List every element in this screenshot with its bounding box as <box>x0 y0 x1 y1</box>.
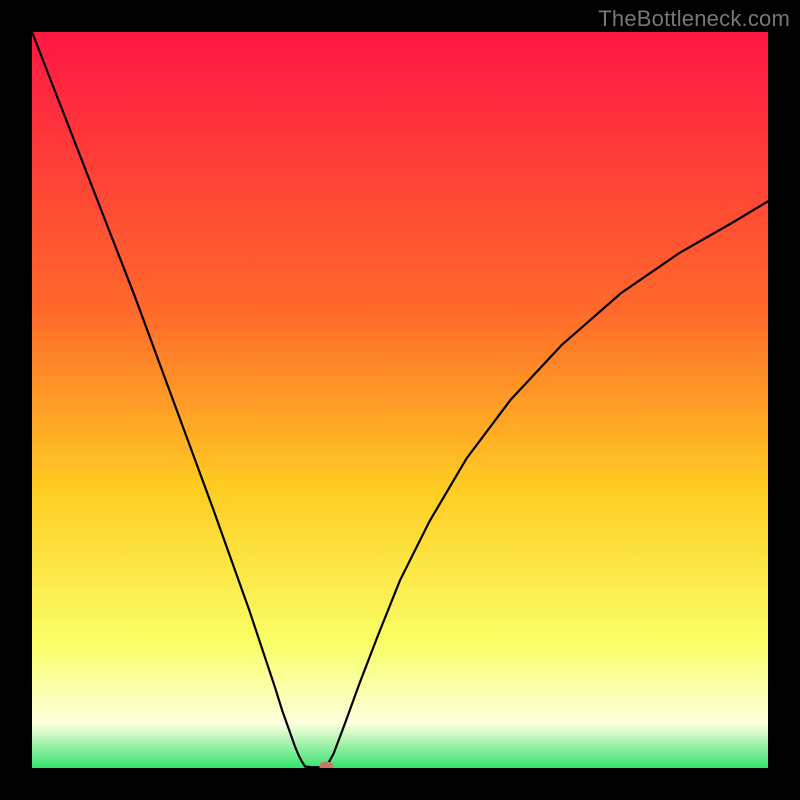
gradient-background <box>32 32 768 768</box>
watermark-text: TheBottleneck.com <box>598 6 790 32</box>
bottleneck-chart <box>32 32 768 768</box>
